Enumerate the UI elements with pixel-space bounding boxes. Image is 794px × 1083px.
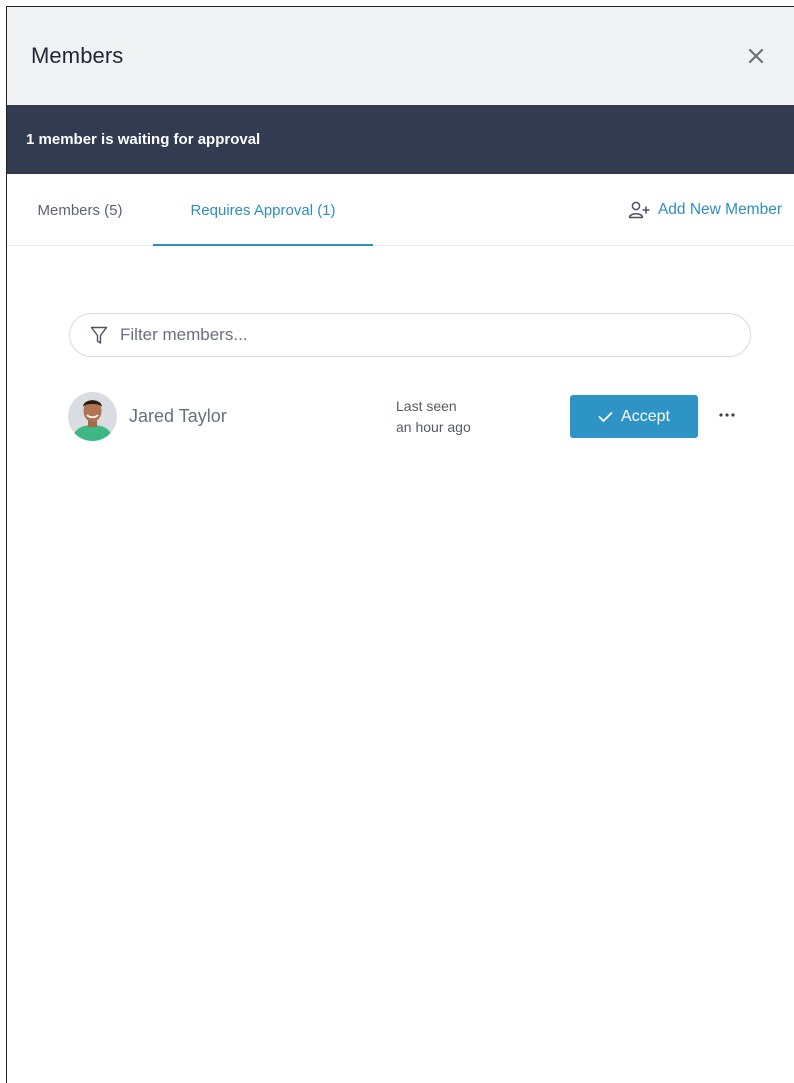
member-avatar (68, 392, 117, 441)
add-new-member-label: Add New Member (657, 201, 782, 218)
more-options-button[interactable] (712, 403, 742, 427)
tab-requires-approval[interactable]: Requires Approval (1) (153, 174, 373, 246)
accept-label: Accept (621, 407, 670, 425)
avatar-image (68, 392, 117, 441)
tab-bar: Members (5) Requires Approval (1) Add Ne… (7, 174, 794, 246)
add-new-member-button[interactable]: Add New Member (628, 174, 782, 246)
member-row: Jared Taylor Last seen an hour ago Accep… (67, 391, 747, 443)
checkmark-icon (598, 411, 613, 422)
panel-header: Members (7, 7, 794, 105)
last-seen-value: an hour ago (396, 419, 471, 435)
tab-members[interactable]: Members (5) (7, 174, 153, 246)
last-seen-label: Last seen (396, 398, 457, 414)
active-tab-indicator (153, 244, 373, 246)
add-user-icon (628, 201, 650, 219)
approval-banner: 1 member is waiting for approval (7, 105, 794, 174)
last-seen: Last seen an hour ago (396, 396, 471, 438)
accept-button[interactable]: Accept (570, 395, 698, 438)
filter-members-field[interactable] (69, 313, 751, 357)
filter-icon (90, 326, 108, 344)
close-icon (748, 48, 764, 64)
filter-members-input[interactable] (120, 325, 680, 345)
member-name: Jared Taylor (129, 406, 227, 426)
tab-members-label: Members (5) (37, 201, 123, 219)
banner-text: 1 member is waiting for approval (26, 131, 261, 148)
more-options-icon (719, 413, 735, 417)
panel-title: Members (31, 43, 124, 68)
close-button[interactable] (744, 44, 768, 68)
members-panel: Members 1 member is waiting for approval… (6, 6, 794, 1083)
tab-requires-approval-label: Requires Approval (1) (190, 201, 336, 219)
